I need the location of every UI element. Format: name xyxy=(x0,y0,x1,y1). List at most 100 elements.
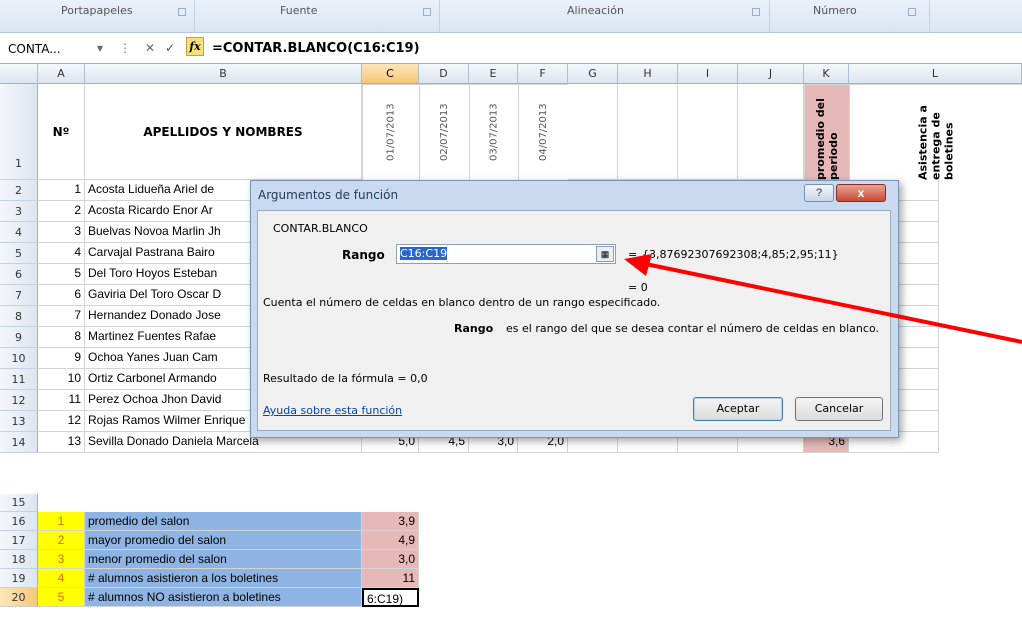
formula-input[interactable]: =CONTAR.BLANCO(C16:C19) xyxy=(212,39,420,59)
row-header-8[interactable]: 8 xyxy=(0,306,38,327)
ribbon-label-number: Número xyxy=(813,4,857,17)
row-header-3[interactable]: 3 xyxy=(0,201,38,222)
header-empty-g[interactable] xyxy=(568,84,618,180)
row-header-1[interactable]: 1 xyxy=(0,84,38,180)
column-header-k[interactable]: K xyxy=(804,64,849,84)
summary-index-2[interactable]: 2 xyxy=(38,531,85,550)
cell-n-row-4[interactable]: 3 xyxy=(38,222,85,243)
header-empty-j[interactable] xyxy=(738,84,804,180)
summary-label-4[interactable]: # alumnos asistieron a los boletines xyxy=(85,569,362,588)
header-date-4[interactable]: 04/07/2013 xyxy=(518,84,568,180)
cell-n-row-10[interactable]: 9 xyxy=(38,348,85,369)
row-header-11[interactable]: 11 xyxy=(0,369,38,390)
header-date-3[interactable]: 03/07/2013 xyxy=(469,84,518,180)
column-header-a[interactable]: A xyxy=(38,64,85,84)
row-header-7[interactable]: 7 xyxy=(0,285,38,306)
ribbon-label-clipboard: Portapapeles xyxy=(61,4,133,17)
function-help-link[interactable]: Ayuda sobre esta función xyxy=(263,404,402,417)
row-header-9[interactable]: 9 xyxy=(0,327,38,348)
summary-label-2[interactable]: mayor promedio del salon xyxy=(85,531,362,550)
clipboard-launcher-icon[interactable] xyxy=(178,8,186,16)
row-header-2[interactable]: 2 xyxy=(0,180,38,201)
dialog-close-button[interactable]: x xyxy=(836,184,886,202)
summary-index-5[interactable]: 5 xyxy=(38,588,85,607)
font-launcher-icon[interactable] xyxy=(423,8,431,16)
select-all-corner[interactable] xyxy=(0,64,38,84)
cell-n-row-11[interactable]: 10 xyxy=(38,369,85,390)
cancel-entry-icon[interactable]: ✕ xyxy=(143,38,157,58)
row-header-17[interactable]: 17 xyxy=(0,531,38,550)
cell-n-row-13[interactable]: 12 xyxy=(38,411,85,432)
summary-value-4[interactable]: 11 xyxy=(362,569,419,588)
column-header-c[interactable]: C xyxy=(362,64,419,84)
header-attendance[interactable]: Asistencia a entrega de boletines xyxy=(849,84,1022,180)
column-header-d[interactable]: D xyxy=(419,64,469,84)
row-header-4[interactable]: 4 xyxy=(0,222,38,243)
header-date-1[interactable]: 01/07/2013 xyxy=(362,84,419,180)
column-header-b[interactable]: B xyxy=(85,64,362,84)
argument-help-text: es el rango del que se desea contar el n… xyxy=(506,322,879,335)
function-description: Cuenta el número de celdas en blanco den… xyxy=(263,296,661,309)
name-box-dropdown-icon[interactable]: ▾ xyxy=(93,38,107,58)
row-header-18[interactable]: 18 xyxy=(0,550,38,569)
row-header-14[interactable]: 14 xyxy=(0,432,38,453)
column-header-g[interactable]: G xyxy=(568,64,618,84)
cell-n-row-5[interactable]: 4 xyxy=(38,243,85,264)
header-empty-h[interactable] xyxy=(618,84,678,180)
range-input[interactable]: C16:C19 xyxy=(396,244,616,264)
active-cell-editing[interactable]: 6:C19) xyxy=(362,588,419,607)
header-number[interactable]: Nº xyxy=(38,84,85,180)
cell-n-row-2[interactable]: 1 xyxy=(38,180,85,201)
summary-value-2[interactable]: 4,9 xyxy=(362,531,419,550)
cell-n-row-6[interactable]: 5 xyxy=(38,264,85,285)
summary-index-3[interactable]: 3 xyxy=(38,550,85,569)
summary-label-1[interactable]: promedio del salon xyxy=(85,512,362,531)
summary-index-4[interactable]: 4 xyxy=(38,569,85,588)
summary-label-3[interactable]: menor promedio del salon xyxy=(85,550,362,569)
row-header-19[interactable]: 19 xyxy=(0,569,38,588)
row-header-15[interactable]: 15 xyxy=(0,494,38,512)
insert-function-icon[interactable]: fx xyxy=(186,37,204,56)
number-launcher-icon[interactable] xyxy=(908,8,916,16)
dialog-help-button[interactable]: ? xyxy=(804,184,834,202)
column-header-f[interactable]: F xyxy=(518,64,568,84)
row-header-10[interactable]: 10 xyxy=(0,348,38,369)
cell-n-row-8[interactable]: 7 xyxy=(38,306,85,327)
header-date-2[interactable]: 02/07/2013 xyxy=(419,84,469,180)
alignment-launcher-icon[interactable] xyxy=(752,8,760,16)
range-evaluated-value: {3,87692307692308;4,85;2,95;11} xyxy=(642,248,839,261)
argument-help-name: Rango xyxy=(454,322,494,335)
summary-value-3[interactable]: 3,0 xyxy=(362,550,419,569)
column-header-h[interactable]: H xyxy=(618,64,678,84)
cancel-button[interactable]: Cancelar xyxy=(795,397,883,421)
ribbon-label-font: Fuente xyxy=(280,4,318,17)
cell-n-row-7[interactable]: 6 xyxy=(38,285,85,306)
cell-n-row-3[interactable]: 2 xyxy=(38,201,85,222)
cell-n-row-14[interactable]: 13 xyxy=(38,432,85,453)
header-period-average[interactable]: promedio del periodo xyxy=(804,84,849,180)
ok-button[interactable]: Aceptar xyxy=(693,397,783,421)
column-header-e[interactable]: E xyxy=(469,64,518,84)
cell-n-row-9[interactable]: 8 xyxy=(38,327,85,348)
column-header-i[interactable]: I xyxy=(678,64,738,84)
summary-label-5[interactable]: # alumnos NO asistieron a boletines xyxy=(85,588,362,607)
row-header-20[interactable]: 20 xyxy=(0,588,38,607)
summary-value-1[interactable]: 3,9 xyxy=(362,512,419,531)
row-header-13[interactable]: 13 xyxy=(0,411,38,432)
function-result-preview: = 0 xyxy=(628,281,648,294)
header-empty-i[interactable] xyxy=(678,84,738,180)
row-header-12[interactable]: 12 xyxy=(0,390,38,411)
confirm-entry-icon[interactable]: ✓ xyxy=(163,38,177,58)
summary-index-1[interactable]: 1 xyxy=(38,512,85,531)
ribbon-label-alignment: Alineación xyxy=(567,4,624,17)
header-names[interactable]: APELLIDOS Y NOMBRES xyxy=(85,84,362,180)
column-header-l[interactable]: L xyxy=(849,64,1022,84)
cell-n-row-12[interactable]: 11 xyxy=(38,390,85,411)
row-header-5[interactable]: 5 xyxy=(0,243,38,264)
range-input-value[interactable]: C16:C19 xyxy=(400,247,448,260)
row-header-6[interactable]: 6 xyxy=(0,264,38,285)
formula-separator-icon: ⋮ xyxy=(119,41,131,55)
collapse-dialog-icon[interactable]: ▦ xyxy=(596,246,614,262)
row-header-16[interactable]: 16 xyxy=(0,512,38,531)
column-header-j[interactable]: J xyxy=(738,64,804,84)
